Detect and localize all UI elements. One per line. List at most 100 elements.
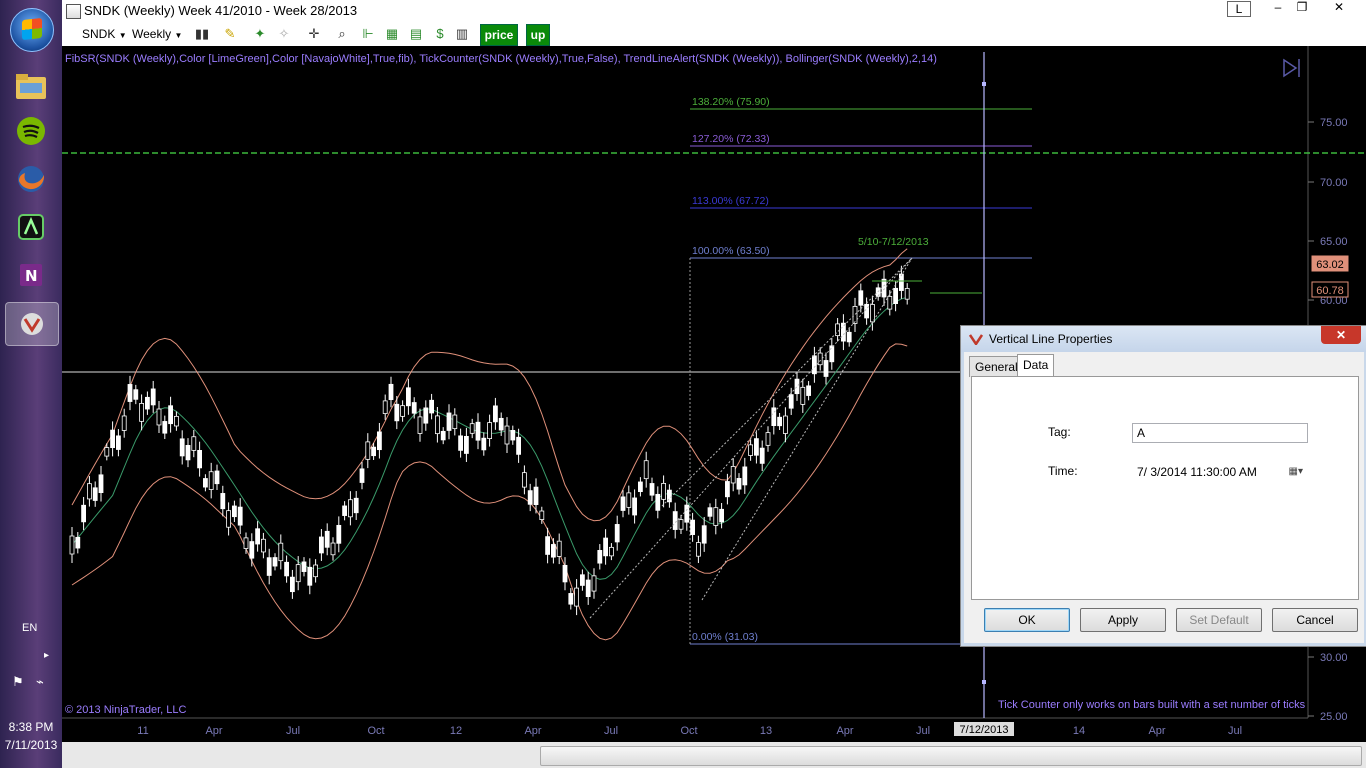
language-indicator[interactable]: EN	[22, 622, 37, 634]
explorer-taskbar-button[interactable]	[5, 65, 57, 107]
apply-button[interactable]: Apply	[1080, 608, 1166, 632]
candle-body	[156, 408, 162, 426]
candle-body	[336, 524, 342, 544]
chart-style-icon[interactable]: ▮▮	[194, 26, 210, 42]
candle-body	[504, 425, 510, 445]
ninjatrader-control-taskbar-button[interactable]	[5, 206, 57, 248]
candle-body	[527, 490, 533, 505]
candle-body	[620, 496, 626, 511]
action-center-flag-icon[interactable]: ⚑	[12, 674, 24, 690]
candle-body	[231, 505, 237, 518]
vertical-line-handle	[982, 82, 986, 86]
candle-body	[452, 414, 458, 430]
spotify-icon	[17, 117, 45, 145]
ninjatrader-chart-taskbar-button[interactable]	[5, 302, 59, 346]
candle-body	[899, 273, 904, 291]
candle-body	[98, 474, 104, 494]
time-axis-label: 13	[760, 725, 772, 737]
set-default-button[interactable]: Set Default	[1176, 608, 1262, 632]
pin-disabled-icon[interactable]: ✧	[276, 26, 292, 42]
candle-body	[92, 487, 98, 501]
candle-body	[255, 528, 261, 545]
price-axis-label: 25.00	[1320, 711, 1348, 723]
tag-input[interactable]: A	[1132, 423, 1308, 443]
show-hidden-icons-arrow[interactable]: ▸	[44, 650, 49, 661]
candle-body	[771, 407, 777, 427]
candle-body	[179, 438, 185, 457]
candle-body	[272, 557, 278, 567]
crosshair-icon[interactable]: ✛	[306, 26, 322, 42]
dialog-body: General Data Tag: A Time: 7/ 3/2014 11:3…	[967, 354, 1361, 640]
power-plug-icon[interactable]: ⌁	[36, 674, 44, 690]
dollar-icon[interactable]: $	[432, 26, 448, 42]
spotify-taskbar-button[interactable]	[5, 110, 57, 152]
copyright-text: © 2013 NinjaTrader, LLC	[65, 704, 187, 716]
candle-body	[498, 417, 504, 431]
candle-body	[214, 470, 220, 485]
tab-general[interactable]: General	[969, 356, 1024, 377]
candle-body	[678, 519, 684, 530]
windows-logo-icon	[22, 17, 42, 41]
candle-body	[313, 564, 319, 578]
candle-body	[150, 388, 156, 406]
candle-body	[846, 331, 852, 343]
firefox-taskbar-button[interactable]	[5, 158, 57, 200]
calendar-dropdown-icon[interactable]: ▦▾	[1289, 463, 1303, 481]
candle-body	[411, 402, 417, 414]
candle-body	[400, 405, 406, 417]
zoom-icon[interactable]: ⌕	[334, 26, 350, 42]
indicators-icon[interactable]: ▦	[384, 26, 400, 42]
ok-button[interactable]: OK	[984, 608, 1070, 632]
dialog-close-button[interactable]: ✕	[1321, 326, 1361, 344]
pin-icon[interactable]: ✦	[252, 26, 268, 42]
candle-body	[823, 360, 829, 377]
time-axis-label: Jul	[916, 725, 930, 737]
draw-pencil-icon[interactable]: ✎	[222, 26, 238, 42]
candle-body	[185, 445, 191, 461]
time-axis-label: 11	[137, 725, 148, 737]
time-picker[interactable]: 7/ 3/2014 11:30:00 AM ▦▾	[1132, 462, 1308, 482]
period-selector[interactable]: Weekly ▼	[132, 25, 182, 43]
minimize-button[interactable]: –	[1266, 0, 1290, 16]
properties-icon[interactable]: ▥	[454, 26, 470, 42]
horizontal-scrollbar[interactable]	[62, 742, 1366, 768]
candle-body	[736, 478, 742, 490]
candle-body	[638, 481, 643, 493]
period-label: Weekly	[132, 27, 172, 41]
bar-type-icon[interactable]: ⊩	[360, 26, 376, 42]
maximize-button[interactable]: ❐	[1290, 0, 1314, 16]
candle-body	[672, 511, 678, 530]
onenote-taskbar-button[interactable]: N	[5, 254, 57, 296]
candle-body	[788, 394, 794, 409]
strategies-icon[interactable]: ▤	[408, 26, 424, 42]
cancel-button[interactable]: Cancel	[1272, 608, 1358, 632]
system-clock[interactable]: 8:38 PM 7/11/2013	[0, 718, 62, 754]
candle-body	[295, 564, 301, 583]
candle-body	[487, 422, 493, 439]
time-axis-label: Jul	[604, 725, 618, 737]
trend-line	[701, 257, 913, 601]
instrument-selector[interactable]: SNDK ▼	[82, 25, 127, 43]
bollinger-lower-band	[71, 343, 908, 641]
candle-body	[574, 587, 579, 607]
candle-body	[603, 537, 608, 557]
tab-data[interactable]: Data	[1017, 354, 1055, 378]
start-button[interactable]	[10, 8, 54, 52]
close-window-button[interactable]: ✕	[1324, 0, 1354, 16]
time-axis-label: Apr	[524, 725, 541, 737]
time-axis-label: 14	[1073, 725, 1085, 737]
up-button[interactable]: up	[526, 24, 550, 46]
scrollbar-thumb[interactable]	[540, 746, 1362, 766]
candle-body	[249, 541, 255, 559]
candle-body	[661, 483, 666, 500]
candle-body	[492, 405, 498, 423]
price-button[interactable]: price	[480, 24, 518, 46]
link-button[interactable]: L	[1227, 1, 1251, 17]
scroll-end-icon	[1283, 58, 1298, 78]
data-tab-pane: Tag: A Time: 7/ 3/2014 11:30:00 AM ▦▾	[971, 376, 1359, 600]
candle-body	[713, 507, 719, 526]
candle-body	[208, 471, 214, 490]
candle-body	[649, 483, 655, 496]
candle-body	[893, 287, 898, 304]
candle-body	[376, 431, 382, 451]
